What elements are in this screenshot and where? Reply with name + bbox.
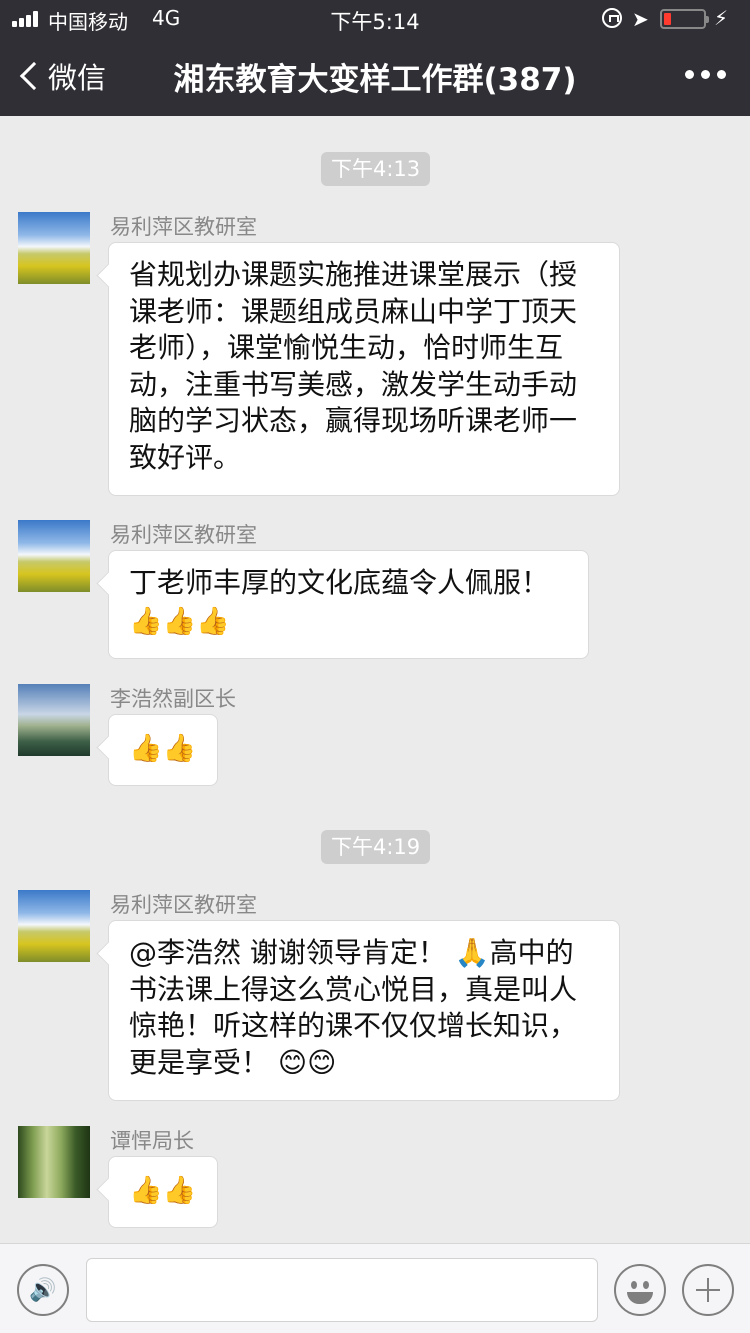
emoji-row: 👍👍 [129, 1173, 197, 1210]
add-attachment-button[interactable] [682, 1264, 734, 1316]
status-icons: ➤ ⚡ [602, 6, 742, 32]
sender-name: 李浩然副区长 [110, 687, 236, 711]
sender-name: 易利萍区教研室 [110, 893, 257, 917]
message-bubble[interactable]: @李浩然 谢谢领导肯定！ 🙏高中的书法课上得这么赏心悦目，真是叫人惊艳！听这样的… [108, 920, 620, 1101]
back-label: 微信 [48, 61, 107, 95]
emoji-button[interactable] [614, 1264, 666, 1316]
thumbs-up-icon: 👍👍👍 [129, 605, 230, 637]
smiley-mouth-icon [627, 1292, 653, 1304]
avatar[interactable] [18, 1126, 90, 1198]
timestamp-pill: 下午4:13 [321, 152, 431, 186]
message-bubble[interactable]: 丁老师丰厚的文化底蕴令人佩服！ 👍👍👍 [108, 550, 589, 659]
message-text: 丁老师丰厚的文化底蕴令人佩服！ [129, 566, 550, 599]
more-dot-icon [717, 70, 726, 79]
avatar[interactable] [18, 890, 90, 962]
message-bubble[interactable]: 👍👍 [108, 714, 218, 786]
rotation-lock-icon [602, 8, 622, 28]
message-bubble[interactable]: 省规划办课题实施推进课堂展示（授课老师：课题组成员麻山中学丁顶天老师），课堂愉悦… [108, 242, 620, 496]
voice-input-button[interactable]: 🔊 [17, 1264, 69, 1316]
more-dot-icon [685, 70, 694, 79]
message-bubble[interactable]: 👍👍 [108, 1156, 218, 1228]
back-button[interactable]: 微信 [16, 56, 116, 96]
avatar[interactable] [18, 212, 90, 284]
more-options-button[interactable] [685, 70, 726, 79]
sender-name: 易利萍区教研室 [110, 215, 257, 239]
message-text: 省规划办课题实施推进课堂展示（授课老师：课题组成员麻山中学丁顶天老师），课堂愉悦… [129, 258, 578, 474]
emoji-row: 👍👍👍 [129, 604, 568, 641]
input-bar: 🔊 [0, 1243, 750, 1333]
thumbs-up-icon: 👍👍 [129, 733, 197, 764]
charging-bolt-icon: ⚡ [714, 6, 729, 30]
battery-icon [660, 9, 709, 29]
status-bar: 中国移动 4G 下午5:14 ➤ ⚡ [0, 0, 750, 38]
message-input[interactable] [86, 1258, 598, 1322]
smiley-eye-icon [643, 1281, 649, 1289]
voice-wave-icon: 🔊 [29, 1277, 57, 1303]
thumbs-up-icon: 👍👍 [129, 1175, 197, 1206]
sender-name: 易利萍区教研室 [110, 523, 257, 547]
avatar[interactable] [18, 520, 90, 592]
location-arrow-icon: ➤ [632, 7, 649, 31]
chevron-left-icon [19, 61, 49, 91]
sender-name: 谭悍局长 [110, 1129, 194, 1153]
chat-title: 湘东教育大变样工作群(387) [173, 62, 577, 98]
timestamp-pill: 下午4:19 [321, 830, 431, 864]
smiley-eye-icon [631, 1281, 637, 1289]
message-text: @李浩然 谢谢领导肯定！ 🙏高中的书法课上得这么赏心悦目，真是叫人惊艳！听这样的… [129, 936, 578, 1079]
emoji-row: 👍👍 [129, 731, 197, 768]
nav-bar: 微信 湘东教育大变样工作群(387) [0, 38, 750, 116]
avatar[interactable] [18, 684, 90, 756]
more-dot-icon [701, 70, 710, 79]
top-bar: 中国移动 4G 下午5:14 ➤ ⚡ 微信 湘东教育大变样工作群(387) [0, 0, 750, 116]
